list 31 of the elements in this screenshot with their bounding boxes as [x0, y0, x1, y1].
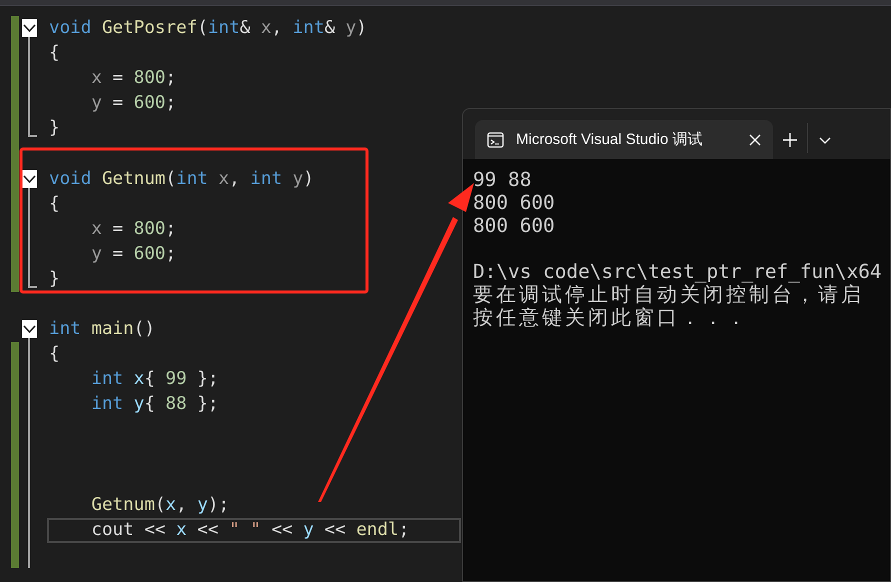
code-line: int y{ 88 }; — [90, 393, 218, 416]
collapse-icon[interactable] — [22, 320, 37, 338]
code-line: { — [48, 343, 60, 366]
code-line: x = 800; — [90, 67, 176, 90]
collapse-icon[interactable] — [22, 19, 37, 37]
collapse-icon[interactable] — [22, 170, 37, 188]
console-output-line: D:\vs code\src\test_ptr_ref_fun\x64 — [473, 260, 883, 283]
code-line: } — [48, 117, 60, 140]
console-output-line: 按任意键关闭此窗口．．． — [473, 306, 750, 329]
code-line: void Getnum(int x, int y) — [48, 168, 314, 191]
chevron-down-icon[interactable] — [819, 136, 831, 144]
code-line: y = 600; — [90, 242, 176, 266]
code-line: void GetPosref(int& x, int& y) — [48, 17, 367, 40]
console-tab[interactable]: Microsoft Visual Studio 调试 — [475, 120, 773, 159]
code-line: { — [48, 42, 60, 66]
code-line: int x{ 99 }; — [90, 368, 218, 392]
console-output-line: 800 600 — [473, 214, 556, 237]
close-icon[interactable] — [749, 134, 761, 146]
terminal-icon — [487, 132, 504, 148]
code-line: x = 800; — [90, 218, 176, 241]
console-output-line: 要在调试停止时自动关闭控制台，请启 — [473, 283, 864, 306]
console-output-line: 99 88 — [473, 168, 532, 191]
code-line: { — [48, 192, 60, 216]
code-line: int main() — [48, 318, 155, 342]
plus-icon[interactable] — [783, 133, 797, 147]
code-line: Getnum(x, y); — [90, 494, 230, 517]
console-output-line: 800 600 — [473, 191, 556, 214]
tab-title: Microsoft Visual Studio 调试 — [516, 130, 704, 149]
code-line: y = 600; — [90, 92, 176, 116]
code-line: } — [48, 268, 60, 291]
code-line: cout << x << " " << y << endl; — [47, 518, 461, 543]
